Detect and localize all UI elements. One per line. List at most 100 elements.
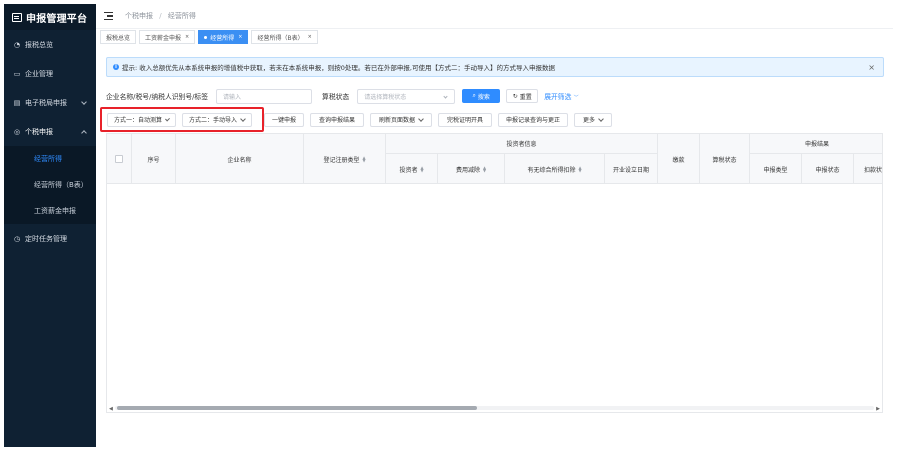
col-decl-status: 申报状态	[802, 154, 854, 184]
button-label: 更多	[582, 117, 595, 124]
col-label: 登记注册类型	[323, 156, 360, 164]
dashboard-icon: ◔	[13, 40, 21, 49]
chevron-down-icon	[81, 99, 87, 105]
sidebar-subitem-business-income[interactable]: 经营所得	[4, 146, 96, 172]
sidebar-item-label: 定时任务管理	[25, 234, 67, 243]
sidebar-item-label: 报税总览	[25, 40, 53, 49]
breadcrumb-separator: /	[159, 12, 162, 20]
sort-icon: ▲ ▼	[420, 165, 424, 173]
tab-business-income[interactable]: 经营所得 ×	[198, 30, 249, 44]
search-button-label: 搜索	[477, 93, 490, 101]
sidebar-item-personal-tax[interactable]: ◎ 个税申报	[4, 117, 96, 146]
status-filter-label: 算税状态	[322, 93, 350, 101]
highlight-box	[100, 107, 264, 132]
col-comprehensive[interactable]: 有无综合所得扣除 ▲ ▼	[505, 154, 605, 184]
chevron-down-icon	[443, 93, 448, 99]
tab-label: 工资薪金申报	[145, 34, 182, 42]
sidebar-item-overview[interactable]: ◔ 报税总览	[4, 30, 96, 59]
sidebar-submenu: 经营所得 经营所得（B表） 工资薪金申报	[4, 146, 96, 224]
col-company: 企业名称	[176, 134, 304, 184]
query-result-button[interactable]: 查询申报结果	[310, 112, 364, 127]
tab-salary[interactable]: 工资薪金申报 ×	[139, 30, 196, 44]
tax-certificate-button[interactable]: 完税证明开具	[438, 112, 492, 127]
monitor-icon: ▭	[13, 69, 21, 78]
close-icon[interactable]: ×	[238, 34, 242, 40]
scroll-left-icon[interactable]: ◀	[109, 406, 113, 412]
sidebar-item-label: 企业管理	[25, 69, 53, 78]
clock-icon: ◷	[13, 234, 21, 243]
one-click-declare-button[interactable]: 一键申报	[264, 112, 304, 127]
search-button[interactable]: ⌕ 搜索	[462, 89, 501, 103]
sidebar: 申报管理平台 ◔ 报税总览 ▭ 企业管理 ▤ 电子税局申报 ◎ 个税申报 经营所…	[4, 4, 96, 447]
select-placeholder: 请选择算税状态	[364, 93, 407, 101]
col-investor[interactable]: 投资者 ▲ ▼	[386, 154, 438, 184]
data-table: 序号 企业名称 登记注册类型 ▲ ▼ 投资者信息 投资者 ▲ ▼ 费用减除 ▲ ▼ 有无综合…	[106, 133, 883, 413]
close-icon[interactable]: ×	[868, 63, 875, 72]
col-group-investor: 投资者信息	[386, 134, 658, 154]
col-decl-type: 申报类型	[750, 154, 802, 184]
sidebar-item-label: 个税申报	[25, 127, 53, 136]
user-icon: ◎	[13, 127, 21, 136]
page-tabs: 报税总览 工资薪金申报 × 经营所得 × 经营所得（B表） ×	[100, 30, 318, 44]
refresh-data-dropdown[interactable]: 刷新页面数据	[370, 112, 432, 127]
col-reg-type[interactable]: 登记注册类型 ▲ ▼	[304, 134, 386, 184]
sort-icon: ▲ ▼	[482, 165, 487, 173]
sidebar-item-scheduled-tasks[interactable]: ◷ 定时任务管理	[4, 224, 96, 253]
scroll-right-icon[interactable]: ▶	[876, 406, 880, 412]
search-icon: ⌕	[472, 92, 476, 99]
refresh-icon: ↻	[512, 92, 518, 100]
col-payment: 缴款	[658, 134, 700, 184]
sidebar-item-label: 电子税局申报	[25, 98, 67, 107]
horizontal-scrollbar[interactable]: ◀ ▶	[107, 404, 882, 412]
menu-fold-icon[interactable]	[104, 12, 113, 20]
sort-icon: ▲ ▼	[578, 165, 582, 173]
reset-button[interactable]: ↻ 重置	[506, 89, 539, 103]
select-all-checkbox[interactable]	[115, 155, 123, 163]
col-label: 有无综合所得扣除	[527, 166, 576, 174]
col-label: 投资者	[399, 166, 418, 174]
button-label: 完税证明开具	[446, 117, 483, 124]
sidebar-menu: ◔ 报税总览 ▭ 企业管理 ▤ 电子税局申报 ◎ 个税申报 经营所得 经营所得（…	[4, 30, 96, 253]
tab-business-income-b[interactable]: 经营所得（B表） ×	[251, 30, 318, 44]
brand-logo-icon	[12, 12, 22, 22]
expand-filter-link[interactable]: 展开筛选 ﹀	[544, 91, 578, 101]
breadcrumb: 个税申报 / 经营所得	[125, 11, 196, 21]
company-search-input[interactable]: 请输入	[216, 88, 313, 104]
select-all-cell	[107, 134, 132, 184]
expand-filter-label: 展开筛选	[544, 93, 572, 101]
input-placeholder: 请输入	[223, 93, 242, 101]
status-select[interactable]: 请选择算税状态	[357, 88, 456, 104]
button-label: 申报记录查询与更正	[505, 117, 560, 124]
chevron-down-icon: ﹀	[573, 95, 579, 101]
sidebar-subitem-salary[interactable]: 工资薪金申报	[4, 198, 96, 224]
breadcrumb-item[interactable]: 个税申报	[125, 12, 153, 20]
app-root: 申报管理平台 ◔ 报税总览 ▭ 企业管理 ▤ 电子税局申报 ◎ 个税申报 经营所…	[0, 0, 897, 451]
info-icon: i	[113, 64, 119, 70]
tab-label: 报税总览	[106, 34, 131, 42]
tab-overview[interactable]: 报税总览	[100, 30, 137, 44]
declaration-records-button[interactable]: 申报记录查询与更正	[498, 112, 568, 127]
scroll-thumb[interactable]	[117, 406, 477, 410]
topbar: 个税申报 / 经营所得	[96, 4, 893, 29]
breadcrumb-current: 经营所得	[167, 12, 196, 20]
more-dropdown[interactable]: 更多	[574, 112, 612, 127]
col-deduction[interactable]: 费用减除 ▲ ▼	[438, 154, 505, 184]
tab-label: 经营所得	[210, 34, 235, 42]
close-icon[interactable]: ×	[185, 34, 189, 40]
info-alert: i 提示: 收入总额优先从本系统申报的增值税中获取，若未在本系统申报，则按0处理…	[106, 57, 884, 77]
col-label: 费用减除	[455, 166, 480, 174]
active-dot-icon	[204, 35, 208, 39]
tab-label: 经营所得（B表）	[257, 34, 304, 42]
col-group-result: 申报结果	[750, 134, 882, 154]
sidebar-item-company[interactable]: ▭ 企业管理	[4, 59, 96, 88]
chevron-up-icon	[81, 130, 87, 136]
button-label: 刷新页面数据	[378, 117, 415, 124]
company-filter-label: 企业名称/税号/纳税人识别号/标签	[106, 93, 209, 101]
col-calc-status: 算税状态	[700, 134, 750, 184]
sidebar-subitem-business-income-b[interactable]: 经营所得（B表）	[4, 172, 96, 198]
sidebar-item-etax[interactable]: ▤ 电子税局申报	[4, 88, 96, 117]
reset-button-label: 重置	[519, 93, 532, 101]
bank-icon: ▤	[13, 98, 21, 107]
col-open-date: 开业设立日期	[605, 154, 658, 184]
close-icon[interactable]: ×	[308, 34, 312, 40]
